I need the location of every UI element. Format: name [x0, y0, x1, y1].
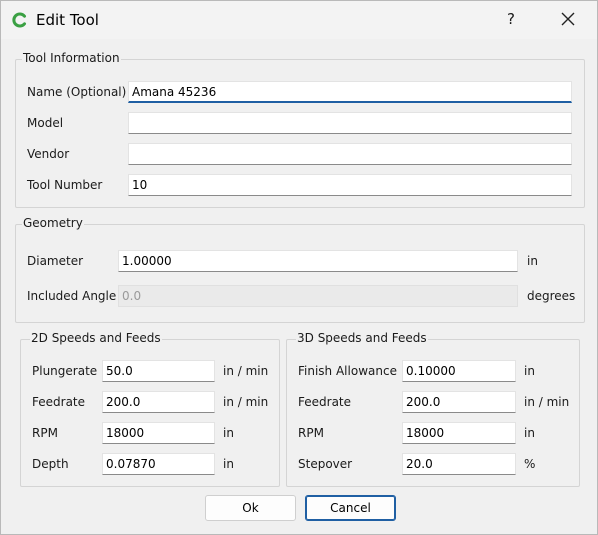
tool-information-title: Tool Information — [22, 51, 121, 65]
dialog-body: Tool Information Name (Optional) Model V… — [1, 39, 597, 534]
stepover-label: Stepover — [298, 457, 353, 471]
rpm-2d-unit: in — [223, 426, 234, 440]
included-angle-input — [118, 285, 518, 307]
finish-allowance-label: Finish Allowance — [298, 364, 397, 378]
stepover-unit: % — [524, 457, 536, 471]
feedrate-2d-input[interactable] — [102, 391, 215, 413]
finish-allowance-input[interactable] — [402, 360, 516, 382]
name-input[interactable] — [128, 81, 572, 103]
speeds-3d-title: 3D Speeds and Feeds — [296, 331, 428, 345]
plungerate-unit: in / min — [223, 364, 269, 378]
plungerate-input[interactable] — [102, 360, 215, 382]
close-icon — [561, 12, 575, 26]
model-label: Model — [27, 116, 64, 130]
name-label: Name (Optional) — [27, 85, 127, 99]
vendor-input[interactable] — [128, 143, 572, 165]
vendor-label: Vendor — [27, 147, 70, 161]
edit-tool-dialog: Edit Tool ? Tool Information Name (Optio… — [0, 0, 598, 535]
depth-label: Depth — [32, 457, 69, 471]
plungerate-label: Plungerate — [32, 364, 98, 378]
feedrate-2d-label: Feedrate — [32, 395, 86, 409]
app-logo-icon — [12, 12, 26, 28]
rpm-3d-label: RPM — [298, 426, 324, 440]
diameter-unit: in — [527, 254, 538, 268]
depth-unit: in — [223, 457, 234, 471]
diameter-label: Diameter — [27, 254, 84, 268]
stepover-input[interactable] — [402, 453, 516, 475]
tool-number-input[interactable] — [128, 174, 572, 196]
speeds-3d-group: 3D Speeds and Feeds Finish Allowance in … — [286, 331, 580, 487]
finish-allowance-unit: in — [524, 364, 535, 378]
tool-information-group: Tool Information Name (Optional) Model V… — [15, 51, 585, 208]
tool-number-label: Tool Number — [27, 178, 103, 192]
depth-input[interactable] — [102, 453, 215, 475]
feedrate-3d-input[interactable] — [402, 391, 516, 413]
close-button[interactable] — [553, 5, 583, 33]
geometry-group: Geometry Diameter in Included Angle degr… — [15, 216, 585, 323]
geometry-title: Geometry — [22, 216, 84, 230]
included-angle-unit: degrees — [527, 289, 576, 303]
diameter-input[interactable] — [118, 250, 518, 272]
model-input[interactable] — [128, 112, 572, 134]
rpm-3d-input[interactable] — [402, 422, 516, 444]
help-button[interactable]: ? — [497, 5, 525, 33]
speeds-2d-title: 2D Speeds and Feeds — [30, 331, 162, 345]
included-angle-label: Included Angle — [27, 289, 117, 303]
feedrate-3d-unit: in / min — [524, 395, 570, 409]
rpm-2d-label: RPM — [32, 426, 58, 440]
feedrate-2d-unit: in / min — [223, 395, 269, 409]
speeds-2d-group: 2D Speeds and Feeds Plungerate in / min … — [20, 331, 280, 487]
feedrate-3d-label: Feedrate — [298, 395, 352, 409]
window-title: Edit Tool — [36, 11, 99, 29]
title-bar: Edit Tool ? — [1, 1, 597, 39]
rpm-2d-input[interactable] — [102, 422, 215, 444]
cancel-button[interactable]: Cancel — [305, 495, 396, 521]
ok-button[interactable]: Ok — [205, 495, 296, 521]
rpm-3d-unit: in — [524, 426, 535, 440]
